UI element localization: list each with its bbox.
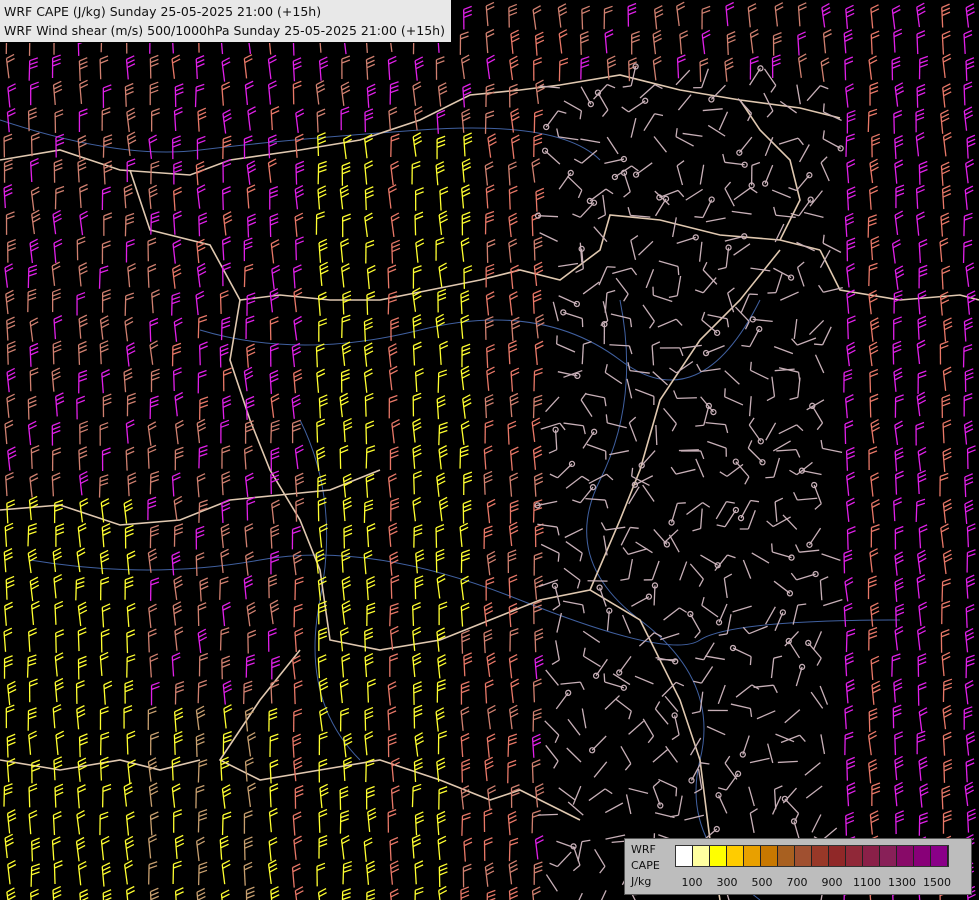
- legend-swatch: [676, 846, 693, 866]
- legend-label-unit: J/kg: [631, 875, 652, 888]
- legend-tick-label: 900: [821, 876, 843, 889]
- legend-label-cape: CAPE: [631, 859, 660, 872]
- legend-swatch: [829, 846, 846, 866]
- cape-legend: WRF CAPE J/kg 100 300 500 700 900 1100 1300 150…: [624, 838, 972, 895]
- legend-tick-label: 500: [751, 876, 773, 889]
- legend-swatch: [812, 846, 829, 866]
- legend-tick-label: 100: [681, 876, 703, 889]
- wind-barb: [537, 813, 558, 816]
- legend-tick-label: 1500: [923, 876, 951, 889]
- legend-swatch: [897, 846, 914, 866]
- legend-tick-label: 300: [716, 876, 738, 889]
- legend-tick-label: 700: [786, 876, 808, 889]
- legend-tick-label: 1300: [888, 876, 916, 889]
- wind-shear-map: [0, 0, 979, 900]
- legend-swatch: [795, 846, 812, 866]
- title-wind-shear: WRF Wind shear (m/s) 500/1000hPa Sunday …: [4, 23, 445, 38]
- legend-swatch: [761, 846, 778, 866]
- legend-swatch: [778, 846, 795, 866]
- legend-swatch: [931, 846, 948, 866]
- legend-swatch: [863, 846, 880, 866]
- legend-swatch: [744, 846, 761, 866]
- title-cape: WRF CAPE (J/kg) Sunday 25-05-2025 21:00 …: [4, 4, 322, 19]
- legend-swatch: [914, 846, 931, 866]
- legend-ticks: 100 300 500 700 900 1100 1300 1500: [675, 876, 965, 890]
- legend-swatch: [710, 846, 727, 866]
- legend-tick-label: 1100: [853, 876, 881, 889]
- legend-swatch: [693, 846, 710, 866]
- legend-label-wrf: WRF: [631, 843, 656, 856]
- legend-swatch: [727, 846, 744, 866]
- legend-swatch: [846, 846, 863, 866]
- map-title: WRF CAPE (J/kg) Sunday 25-05-2025 21:00 …: [0, 0, 452, 43]
- legend-color-scale: [675, 845, 949, 867]
- legend-swatch: [880, 846, 897, 866]
